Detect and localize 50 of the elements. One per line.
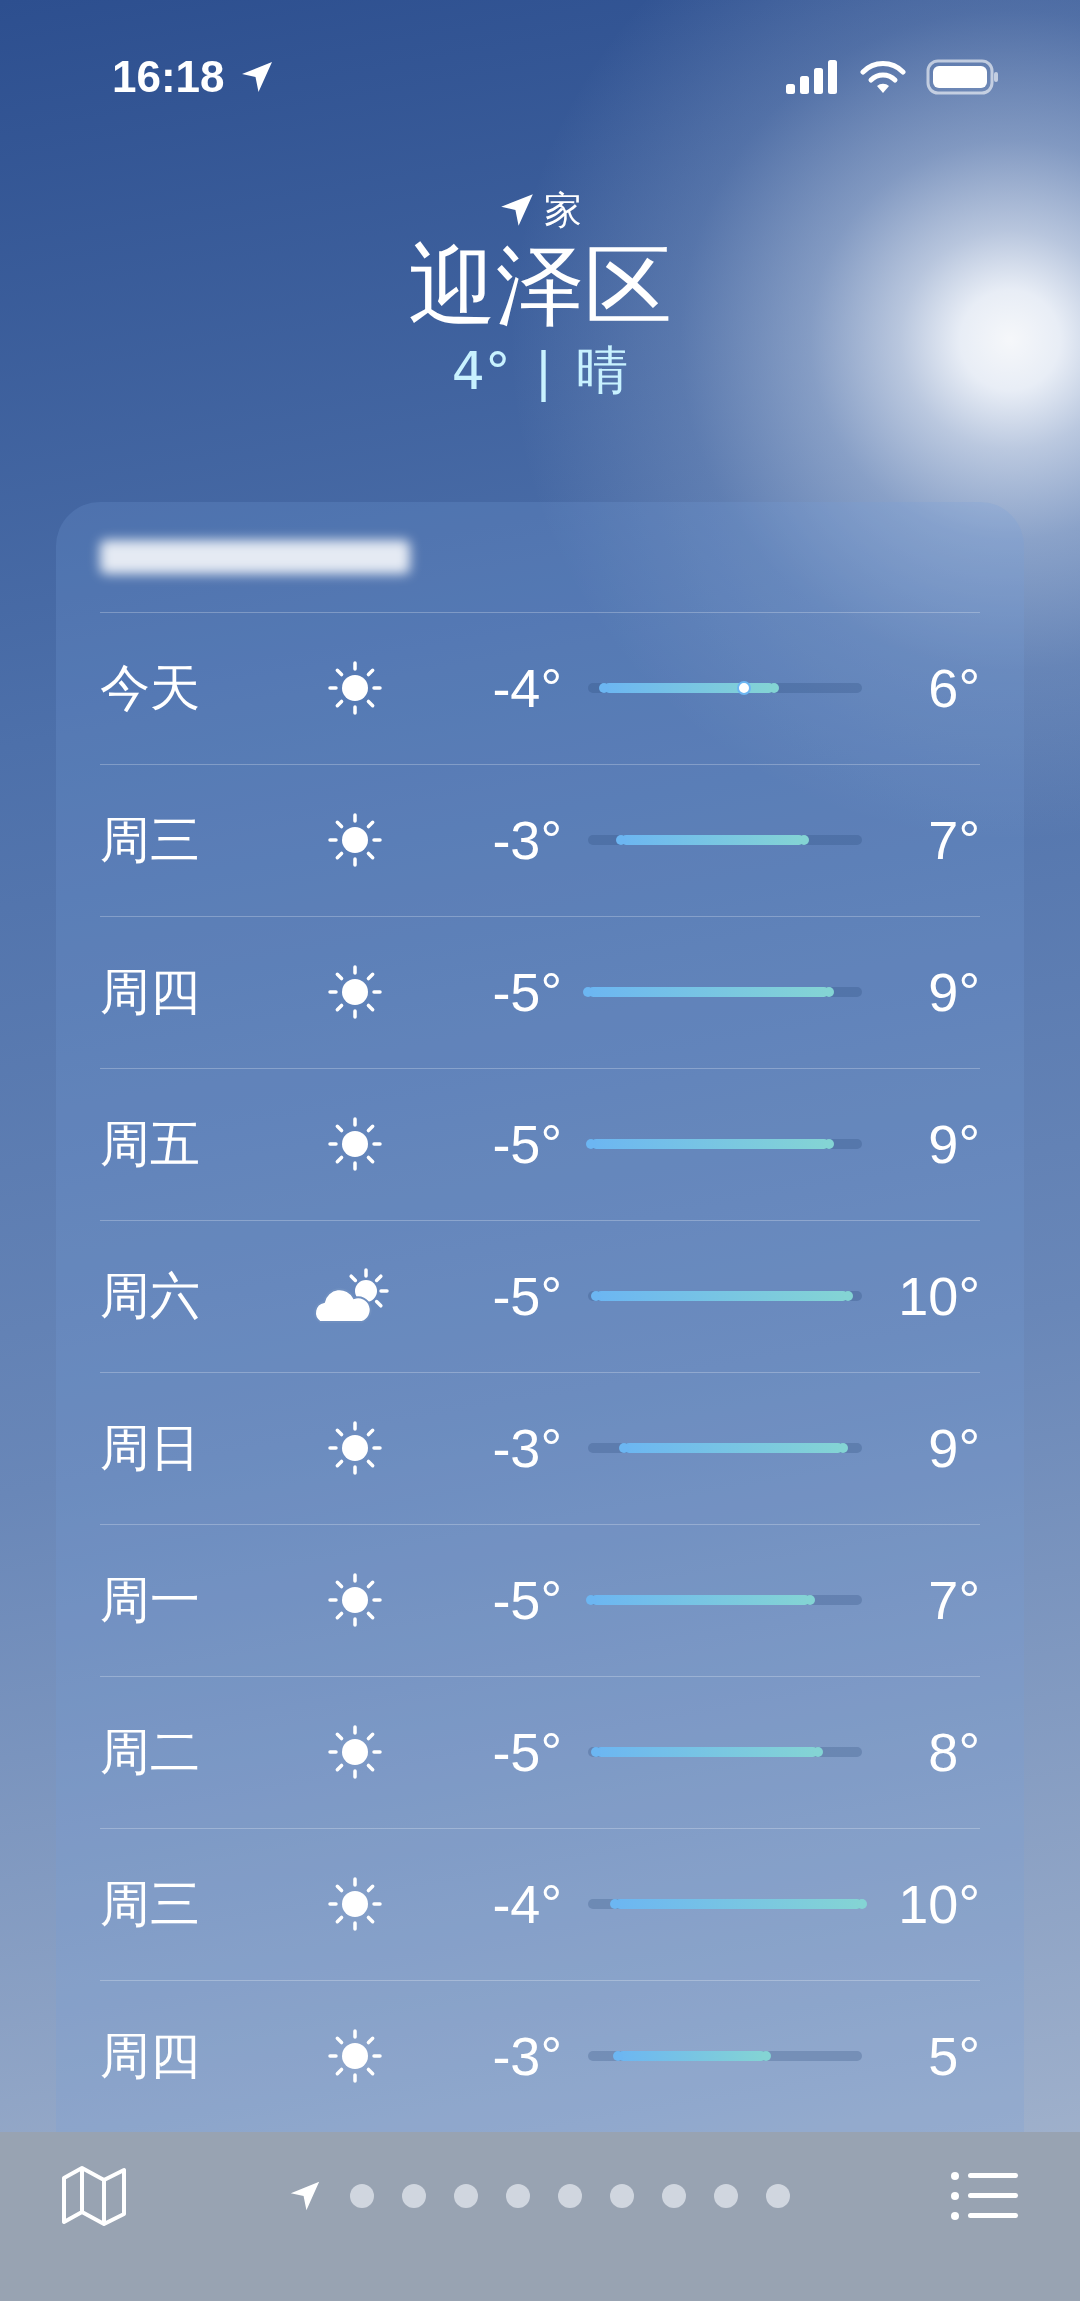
battery-icon	[926, 59, 1000, 96]
high-temperature: 10°	[897, 1265, 980, 1327]
page-dot[interactable]	[714, 2184, 738, 2209]
page-dot[interactable]	[506, 2184, 530, 2209]
weather-condition: 晴	[576, 339, 629, 402]
high-temperature: 9°	[927, 1417, 980, 1479]
high-temperature: 10°	[897, 1873, 980, 1935]
day-label: 周四	[100, 2025, 201, 2087]
page-dot[interactable]	[610, 2184, 634, 2209]
page-dot[interactable]	[350, 2184, 374, 2209]
high-temperature: 7°	[927, 1569, 980, 1631]
low-temperature: -4°	[491, 657, 562, 719]
city-name: 迎泽区	[408, 239, 672, 332]
day-label: 周三	[100, 809, 201, 871]
separator: |	[534, 341, 553, 401]
day-label: 周二	[100, 1721, 201, 1783]
high-temperature: 5°	[927, 2025, 980, 2087]
page-dot[interactable]	[766, 2184, 790, 2209]
high-temperature: 7°	[927, 809, 980, 871]
page-dot[interactable]	[402, 2184, 426, 2209]
page-dot[interactable]	[662, 2184, 686, 2209]
high-temperature: 6°	[927, 657, 980, 719]
low-temperature: -5°	[491, 1569, 562, 1631]
day-label: 周日	[100, 1417, 201, 1479]
high-temperature: 9°	[927, 1113, 980, 1175]
low-temperature: -5°	[491, 1113, 562, 1175]
current-temperature: 4°	[451, 341, 511, 401]
low-temperature: -5°	[491, 1265, 562, 1327]
status-time: 16:18	[112, 52, 225, 103]
signal-icon	[786, 60, 840, 95]
low-temperature: -3°	[491, 2025, 562, 2087]
map-icon[interactable]	[60, 2164, 128, 2229]
location-label: 家	[544, 186, 582, 234]
day-label: 周六	[100, 1265, 201, 1327]
day-label: 周四	[100, 961, 201, 1023]
high-temperature: 8°	[927, 1721, 980, 1783]
day-label: 周三	[100, 1873, 201, 1935]
day-label: 周五	[100, 1113, 201, 1175]
day-label: 周一	[100, 1569, 201, 1631]
low-temperature: -3°	[491, 809, 562, 871]
day-label: 今天	[100, 657, 201, 719]
list-icon[interactable]	[950, 2170, 1020, 2223]
page-dot[interactable]	[454, 2184, 478, 2209]
high-temperature: 9°	[927, 961, 980, 1023]
low-temperature: -4°	[491, 1873, 562, 1935]
low-temperature: -3°	[491, 1417, 562, 1479]
wifi-icon	[860, 60, 906, 95]
low-temperature: -5°	[491, 1721, 562, 1783]
low-temperature: -5°	[491, 961, 562, 1023]
page-dot[interactable]	[558, 2184, 582, 2209]
